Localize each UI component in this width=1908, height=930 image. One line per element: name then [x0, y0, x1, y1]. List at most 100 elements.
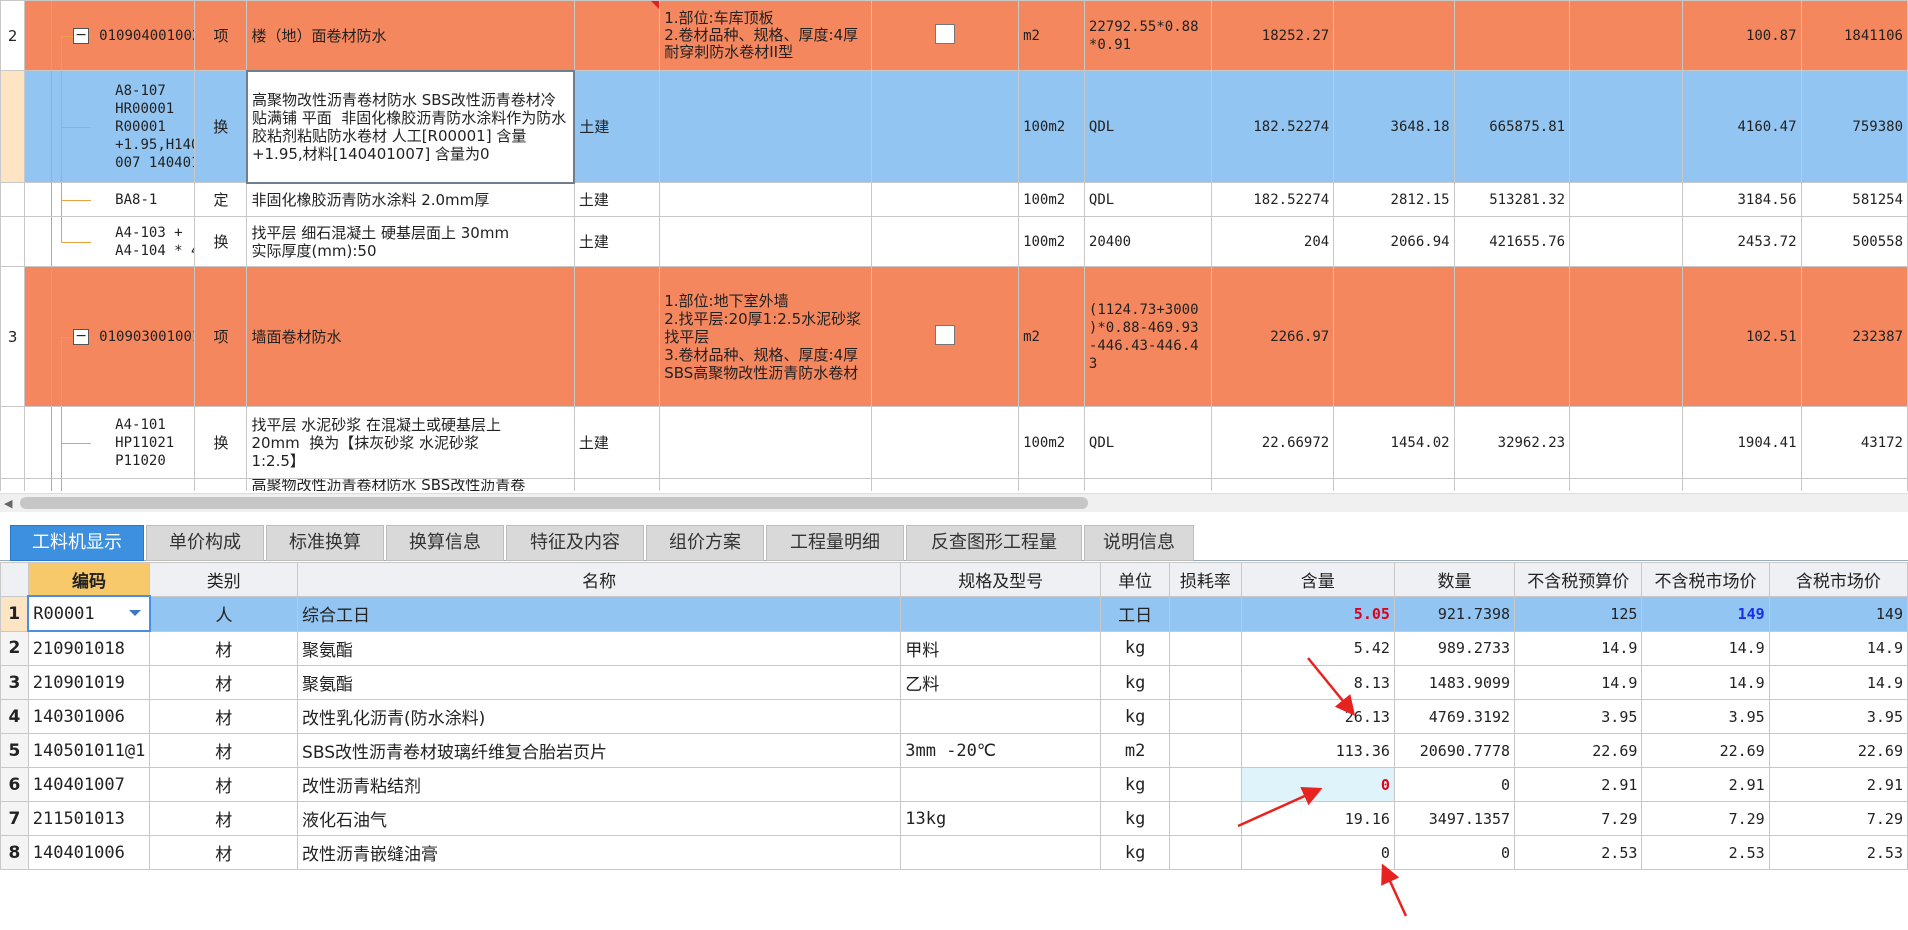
content[interactable]: 8.13: [1240, 665, 1395, 700]
scrollbar-thumb[interactable]: [20, 497, 1088, 509]
col-header-spec[interactable]: 规格及型号: [900, 562, 1102, 597]
resource-name[interactable]: 改性沥青嵌缝油膏: [297, 835, 902, 870]
table-row[interactable]: 7 211501013 材 液化石油气 13kg kg 19.16 3497.1…: [0, 801, 1908, 836]
sub-name[interactable]: 高聚物改性沥青卷材防水 SBS改性沥青卷: [246, 478, 575, 491]
table-row[interactable]: 5 140501011@1 材 SBS改性沥青卷材玻璃纤维复合胎岩页片 3mm …: [0, 733, 1908, 768]
sub-name[interactable]: 非固化橡胶沥青防水涂料 2.0mm厚: [246, 182, 575, 217]
loss-rate[interactable]: [1169, 801, 1242, 836]
table-row[interactable]: 3 − 010903001001 项 墙面卷材防水 1.部位:地下室外墙 2.找…: [0, 266, 1908, 407]
content[interactable]: 113.36: [1240, 733, 1395, 768]
market-price[interactable]: 2.53: [1641, 835, 1770, 870]
collapse-icon[interactable]: −: [73, 27, 90, 44]
table-row[interactable]: BA8-1 定 非固化橡胶沥青防水涂料 2.0mm厚 土建 100m2 QDL …: [0, 182, 1908, 217]
code[interactable]: 211501013: [27, 801, 151, 836]
spec[interactable]: [900, 699, 1102, 734]
content[interactable]: 0: [1240, 767, 1395, 802]
scroll-left-icon[interactable]: ◀: [4, 497, 12, 510]
code[interactable]: 210901018: [27, 630, 151, 666]
market-price[interactable]: 7.29: [1641, 801, 1770, 836]
lock-checkbox-cell[interactable]: [871, 266, 1020, 407]
code[interactable]: 140401007: [27, 767, 151, 802]
tab-standard-conversion[interactable]: 标准换算: [266, 525, 384, 561]
tab-graphic-quantity[interactable]: 反查图形工程量: [906, 525, 1082, 561]
content[interactable]: 26.13: [1240, 699, 1395, 734]
collapse-icon[interactable]: −: [73, 328, 90, 345]
loss-rate[interactable]: [1169, 665, 1242, 700]
table-row[interactable]: 2 − 010904001002 项 楼（地）面卷材防水 1.部位:车库顶板 2…: [0, 0, 1908, 71]
spec[interactable]: [900, 835, 1102, 870]
tab-pricing-scheme[interactable]: 组价方案: [646, 525, 764, 561]
loss-rate[interactable]: [1169, 699, 1242, 734]
market-price[interactable]: 14.9: [1641, 665, 1770, 700]
spec[interactable]: [900, 595, 1102, 632]
loss-rate[interactable]: [1169, 630, 1242, 666]
tab-unit-price[interactable]: 单价构成: [146, 525, 264, 561]
col-header-name[interactable]: 名称: [297, 562, 902, 597]
tab-description[interactable]: 说明信息: [1084, 525, 1194, 561]
spec[interactable]: 乙料: [900, 665, 1102, 700]
code[interactable]: 210901019: [27, 665, 151, 700]
qty-expression[interactable]: 22792.55*0.88 *0.91: [1083, 0, 1212, 71]
item-features[interactable]: 1.部位:地下室外墙 2.找平层:20厚1:2.5水泥砂浆 找平层 3.卷材品种…: [659, 266, 873, 407]
col-header-unit[interactable]: 单位: [1100, 562, 1171, 597]
col-header-code[interactable]: 编码: [27, 562, 151, 597]
resource-name[interactable]: 改性乳化沥青(防水涂料): [297, 699, 902, 734]
sub-name-editor[interactable]: 高聚物改性沥青卷材防水 SBS改性沥青卷材冷贴满铺 平面 非固化橡胶沥青防水涂料…: [245, 69, 576, 184]
col-header-tax-market-price[interactable]: 含税市场价: [1768, 562, 1908, 597]
item-name[interactable]: 墙面卷材防水: [246, 266, 575, 407]
chevron-down-icon[interactable]: [128, 610, 141, 616]
table-row[interactable]: 3 210901019 材 聚氨酯 乙料 kg 8.13 1483.9099 1…: [0, 665, 1908, 700]
resource-name[interactable]: 聚氨酯: [297, 665, 902, 700]
table-row[interactable]: 8 140401006 材 改性沥青嵌缝油膏 kg 0 0 2.53 2.53 …: [0, 835, 1908, 870]
tab-features[interactable]: 特征及内容: [506, 525, 644, 561]
sub-name[interactable]: 找平层 水泥砂浆 在混凝土或硬基层上 20mm 换为【抹灰砂浆 水泥砂浆 1:2…: [246, 406, 575, 479]
content[interactable]: 5.42: [1240, 630, 1395, 666]
table-row[interactable]: 6 140401007 材 改性沥青粘结剂 kg 0 0 2.91 2.91 2…: [0, 767, 1908, 802]
checkbox[interactable]: [935, 324, 956, 345]
col-header-quantity[interactable]: 数量: [1393, 562, 1516, 597]
market-price[interactable]: 149: [1641, 595, 1770, 632]
loss-rate[interactable]: [1169, 733, 1242, 768]
col-header-category[interactable]: 类别: [149, 562, 299, 597]
spec[interactable]: 甲料: [900, 630, 1102, 666]
resource-name[interactable]: 液化石油气: [297, 801, 902, 836]
profession-cell[interactable]: [573, 0, 661, 71]
checkbox[interactable]: [935, 23, 956, 44]
tab-conversion-info[interactable]: 换算信息: [386, 525, 504, 561]
sub-name[interactable]: 找平层 细石混凝土 硬基层面上 30mm 实际厚度(mm):50: [246, 216, 575, 267]
code[interactable]: 140301006: [27, 699, 151, 734]
col-header-market-price[interactable]: 不含税市场价: [1641, 562, 1770, 597]
horizontal-scrollbar[interactable]: ◀: [0, 493, 1908, 512]
tab-quantity-details[interactable]: 工程量明细: [766, 525, 904, 561]
market-price[interactable]: 3.95: [1641, 699, 1770, 734]
market-price[interactable]: 22.69: [1641, 733, 1770, 768]
spec[interactable]: 13kg: [900, 801, 1102, 836]
table-row[interactable]: 高聚物改性沥青卷材防水 SBS改性沥青卷: [0, 478, 1908, 491]
resource-name[interactable]: 改性沥青粘结剂: [297, 767, 902, 802]
col-header-budget-price[interactable]: 不含税预算价: [1514, 562, 1643, 597]
resource-name[interactable]: SBS改性沥青卷材玻璃纤维复合胎岩页片: [297, 733, 902, 768]
loss-rate[interactable]: [1169, 767, 1242, 802]
table-row[interactable]: A4-103 + A4-104 * 4 换 找平层 细石混凝土 硬基层面上 30…: [0, 216, 1908, 267]
table-row[interactable]: A4-101 HP11021 P11020 换 找平层 水泥砂浆 在混凝土或硬基…: [0, 406, 1908, 479]
content[interactable]: 5.05: [1240, 595, 1395, 632]
content[interactable]: 19.16: [1240, 801, 1395, 836]
spec[interactable]: 3mm -20℃: [900, 733, 1102, 768]
qty-expression[interactable]: QDL: [1083, 182, 1212, 217]
resource-name[interactable]: 综合工日: [297, 595, 902, 632]
qty-expression[interactable]: QDL: [1083, 70, 1212, 183]
loss-rate[interactable]: [1169, 595, 1242, 632]
item-name[interactable]: 楼（地）面卷材防水: [246, 0, 575, 71]
loss-rate[interactable]: [1169, 835, 1242, 870]
col-header-loss[interactable]: 损耗率: [1169, 562, 1242, 597]
spec[interactable]: [900, 767, 1102, 802]
resource-name[interactable]: 聚氨酯: [297, 630, 902, 666]
qty-expression[interactable]: QDL: [1083, 406, 1212, 479]
content[interactable]: 0: [1240, 835, 1395, 870]
lock-checkbox-cell[interactable]: [871, 0, 1020, 71]
tab-labor-material-machine[interactable]: 工料机显示: [10, 525, 144, 561]
code[interactable]: 140501011@1: [27, 733, 151, 768]
qty-expression[interactable]: (1124.73+3000 )*0.88-469.93 -446.43-446.…: [1083, 266, 1212, 407]
item-features[interactable]: 1.部位:车库顶板 2.卷材品种、规格、厚度:4厚 耐穿刺防水卷材II型: [659, 0, 873, 71]
qty-expression[interactable]: 20400: [1083, 216, 1212, 267]
